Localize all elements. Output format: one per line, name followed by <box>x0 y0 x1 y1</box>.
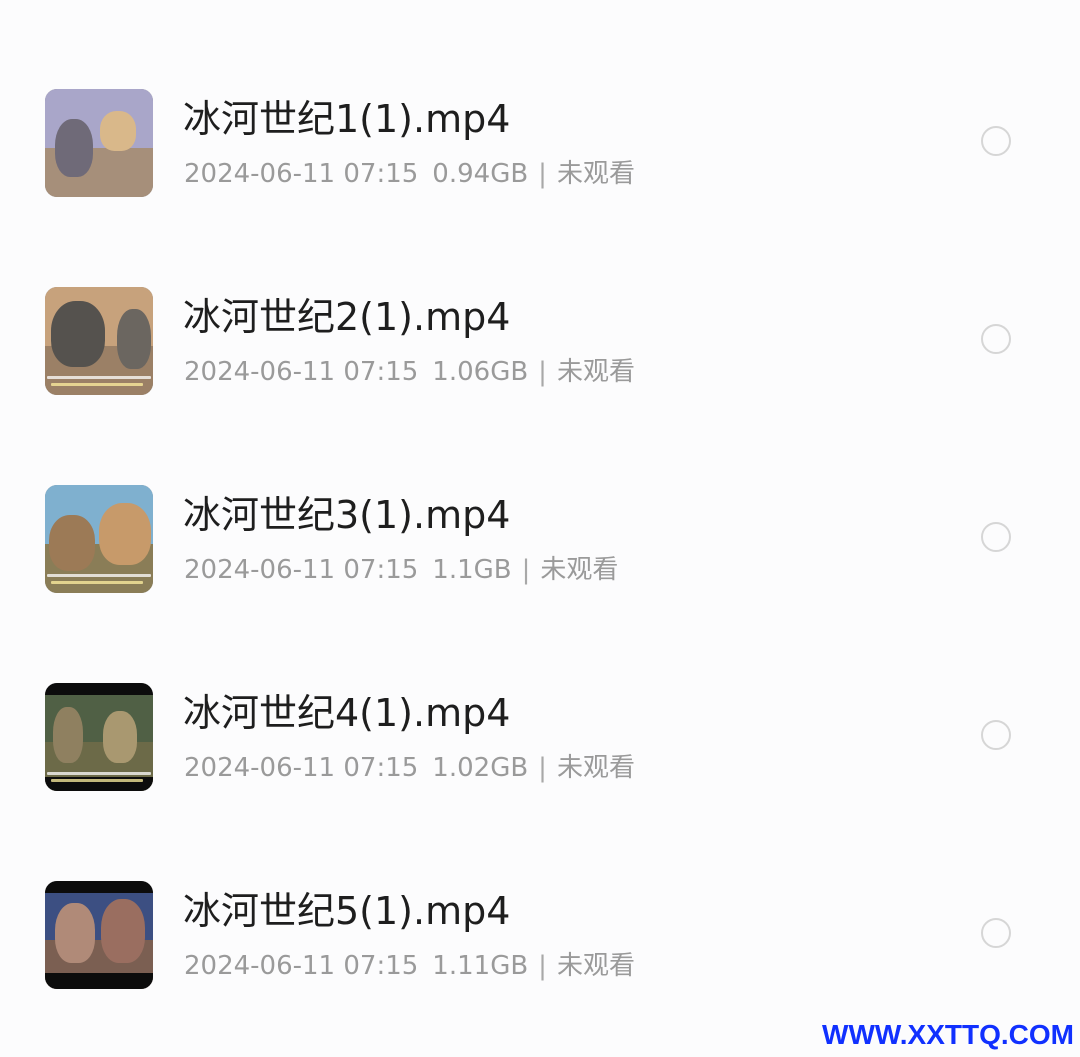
select-radio[interactable] <box>981 126 1011 156</box>
file-meta: 2024-06-11 07:15 1.06GB | 未观看 <box>184 355 635 389</box>
video-file-row[interactable]: 冰河世纪2(1).mp4 2024-06-11 07:15 1.06GB | 未观看 <box>0 198 1080 396</box>
watch-status: 未观看 <box>556 357 635 387</box>
file-name: 冰河世纪5(1).mp4 <box>183 889 511 933</box>
video-thumbnail[interactable] <box>45 683 153 791</box>
thumb-subtitle <box>47 376 151 379</box>
watch-status: 未观看 <box>556 159 635 189</box>
file-meta: 2024-06-11 07:15 1.1GB | 未观看 <box>184 553 618 587</box>
video-thumbnail[interactable] <box>45 485 153 593</box>
thumb-figure <box>49 515 95 571</box>
thumb-figure <box>101 899 145 963</box>
thumb-figure <box>100 111 136 151</box>
video-file-row[interactable]: 冰河世纪5(1).mp4 2024-06-11 07:15 1.11GB | 未观看 <box>0 792 1080 990</box>
file-meta: 2024-06-11 07:15 1.11GB | 未观看 <box>184 949 635 983</box>
file-date: 2024-06-11 07:15 <box>184 357 419 387</box>
video-thumbnail[interactable] <box>45 89 153 197</box>
file-date: 2024-06-11 07:15 <box>184 951 419 981</box>
watch-status: 未观看 <box>540 555 619 585</box>
thumb-figure <box>53 707 83 763</box>
watch-status: 未观看 <box>556 951 635 981</box>
file-size: 1.1GB <box>432 555 512 585</box>
select-radio[interactable] <box>981 324 1011 354</box>
select-radio[interactable] <box>981 720 1011 750</box>
file-name: 冰河世纪2(1).mp4 <box>183 295 511 339</box>
video-file-row[interactable]: 冰河世纪1(1).mp4 2024-06-11 07:15 0.94GB | 未观看 <box>0 0 1080 198</box>
file-name: 冰河世纪4(1).mp4 <box>183 691 511 735</box>
file-meta: 2024-06-11 07:15 1.02GB | 未观看 <box>184 751 635 785</box>
thumb-figure <box>55 903 95 963</box>
file-name: 冰河世纪3(1).mp4 <box>183 493 511 537</box>
thumb-subtitle <box>47 574 151 577</box>
file-size: 1.06GB <box>432 357 529 387</box>
meta-separator: | <box>538 357 547 387</box>
meta-separator: | <box>538 951 547 981</box>
file-date: 2024-06-11 07:15 <box>184 159 419 189</box>
thumb-figure <box>103 711 137 763</box>
file-size: 0.94GB <box>432 159 529 189</box>
thumb-figure <box>51 301 105 367</box>
thumb-subtitle <box>51 779 143 782</box>
video-file-row[interactable]: 冰河世纪3(1).mp4 2024-06-11 07:15 1.1GB | 未观看 <box>0 396 1080 594</box>
video-file-row[interactable]: 冰河世纪4(1).mp4 2024-06-11 07:15 1.02GB | 未观看 <box>0 594 1080 792</box>
thumb-subtitle <box>47 772 151 775</box>
select-radio[interactable] <box>981 522 1011 552</box>
meta-separator: | <box>538 753 547 783</box>
file-meta: 2024-06-11 07:15 0.94GB | 未观看 <box>184 157 635 191</box>
thumb-figure <box>55 119 93 177</box>
thumb-letterbox <box>45 881 153 893</box>
thumb-subtitle <box>51 383 143 386</box>
watch-status: 未观看 <box>556 753 635 783</box>
meta-separator: | <box>538 159 547 189</box>
thumb-figure <box>117 309 151 369</box>
thumb-letterbox <box>45 683 153 695</box>
video-thumbnail[interactable] <box>45 287 153 395</box>
file-name: 冰河世纪1(1).mp4 <box>183 97 511 141</box>
select-radio[interactable] <box>981 918 1011 948</box>
video-thumbnail[interactable] <box>45 881 153 989</box>
thumb-figure <box>99 503 151 565</box>
file-date: 2024-06-11 07:15 <box>184 555 419 585</box>
thumb-subtitle <box>51 581 143 584</box>
meta-separator: | <box>521 555 531 585</box>
file-size: 1.11GB <box>432 951 529 981</box>
watermark: WWW.XXTTQ.COM <box>822 1019 1074 1050</box>
file-size: 1.02GB <box>432 753 529 783</box>
thumb-letterbox <box>45 973 153 989</box>
file-date: 2024-06-11 07:15 <box>184 753 419 783</box>
